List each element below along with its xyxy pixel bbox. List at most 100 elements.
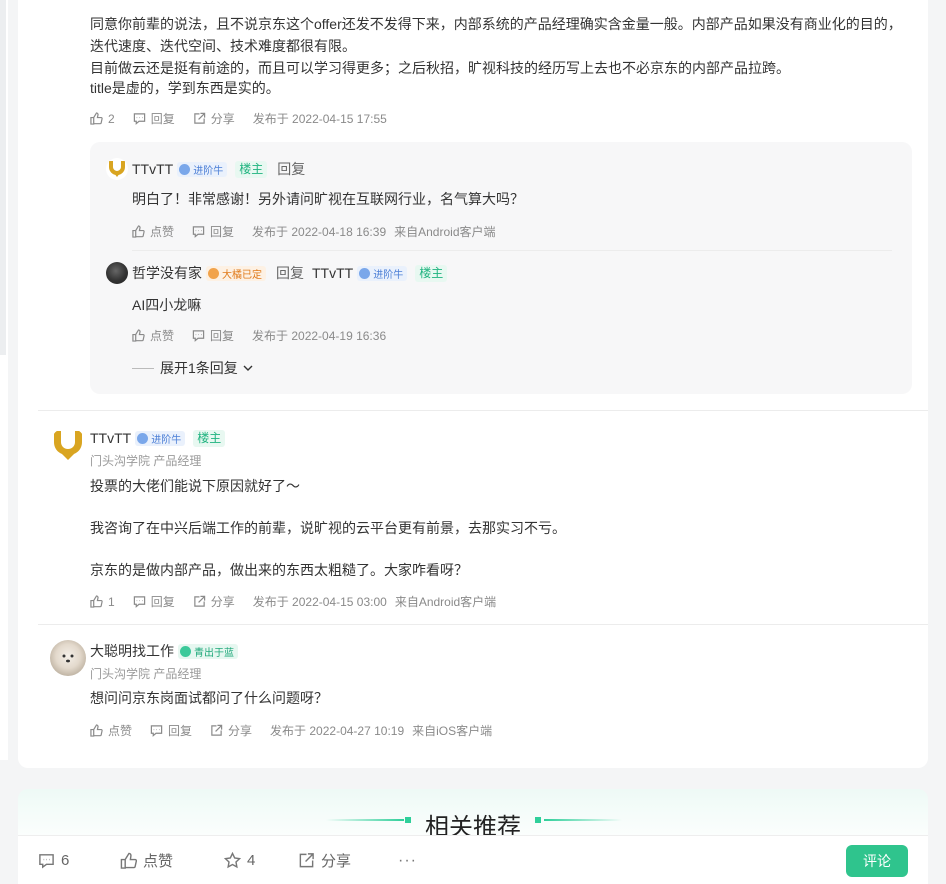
comment1-line-4: title是虚的，学到东西是实的。 bbox=[90, 80, 280, 96]
left-edge-shade bbox=[0, 0, 6, 355]
title-decoration-square bbox=[535, 817, 541, 823]
like-label: 点赞 bbox=[108, 724, 133, 738]
chat-icon bbox=[150, 725, 163, 737]
comment2-line-2: 我咨询了在中兴后端工作的前辈，说旷视的云平台更有前景，去那实习不亏。 bbox=[90, 520, 566, 536]
badge-label: 进阶牛 bbox=[151, 434, 182, 446]
comment3-share-button[interactable]: 分享 bbox=[210, 722, 252, 739]
more-icon: ··· bbox=[398, 851, 417, 869]
badge-label: 大橘已定 bbox=[222, 269, 262, 281]
bottom-action-bar: 6 点赞 4 分享 ··· 评论 bbox=[18, 835, 928, 884]
share-icon bbox=[211, 724, 223, 736]
host-tag: 楼主 bbox=[235, 160, 268, 178]
reply2-reply-button[interactable]: 回复 bbox=[192, 327, 234, 344]
dog-photo-icon bbox=[62, 654, 74, 663]
badge-icon bbox=[208, 267, 219, 279]
more-options-button[interactable]: ··· bbox=[398, 836, 417, 884]
reply-label: 回复 bbox=[210, 329, 235, 343]
chat-icon bbox=[133, 113, 145, 125]
badge-label: 进阶牛 bbox=[193, 165, 224, 177]
like-count: 1 bbox=[108, 594, 115, 609]
avatar[interactable] bbox=[106, 158, 128, 180]
chat-icon bbox=[192, 226, 205, 238]
comment2-published: 发布于 2022-04-15 03:00 bbox=[252, 595, 387, 609]
reply2-username[interactable]: 哲学没有家 bbox=[132, 263, 202, 283]
chat-icon bbox=[133, 596, 145, 608]
comment3-source: 来自iOS客户端 bbox=[412, 724, 493, 738]
reply2-target-user[interactable]: TTvTT bbox=[312, 265, 353, 281]
like-button[interactable]: 点赞 bbox=[120, 836, 173, 884]
thumbs-up-icon bbox=[120, 852, 137, 869]
share-button[interactable]: 分享 bbox=[298, 836, 351, 884]
reply1-reply-button[interactable]: 回复 bbox=[192, 223, 234, 240]
badge-icon bbox=[359, 267, 371, 279]
chat-icon bbox=[39, 854, 54, 869]
reply2-published: 发布于 2022-04-19 16:36 bbox=[252, 329, 387, 343]
comment3-header: 大聪明找工作 青出于蓝 bbox=[90, 640, 238, 662]
comment2-reply-button[interactable]: 回复 bbox=[133, 593, 175, 610]
comment1-reply-button[interactable]: 回复 bbox=[133, 110, 175, 127]
avatar[interactable] bbox=[50, 427, 86, 463]
reply-word: 回复 bbox=[277, 161, 306, 177]
comment2-share-button[interactable]: 分享 bbox=[193, 593, 235, 610]
like-label: 点赞 bbox=[150, 225, 175, 239]
badge-label: 青出于蓝 bbox=[194, 647, 234, 659]
star-button[interactable]: 4 bbox=[224, 836, 255, 884]
thumbs-up-icon bbox=[132, 329, 145, 342]
thumbs-up-icon bbox=[90, 112, 103, 125]
comment2-line-3: 京东的是做内部产品，做出来的东西太粗糙了。大家咋看呀？ bbox=[90, 562, 468, 578]
reply-label: 回复 bbox=[150, 595, 175, 609]
comment1-reply-label: 回复 bbox=[150, 112, 175, 126]
expand-line bbox=[132, 367, 154, 369]
share-icon bbox=[193, 595, 205, 607]
comment1-line-3: 目前做云还是挺有前途的，而且可以学习得更多；之后秋招，旷视科技的经历写上去也不必… bbox=[90, 60, 790, 76]
reply1-username[interactable]: TTvTT bbox=[132, 161, 173, 177]
title-decoration-right bbox=[544, 819, 622, 821]
share-icon bbox=[299, 853, 314, 868]
comment2-actions: 1 回复 分享 发布于 2022-04-15 03:00 来自Android客户… bbox=[90, 593, 514, 610]
comment2-header: TTvTT 进阶牛 楼主 bbox=[90, 427, 226, 449]
reply2-like-button[interactable]: 点赞 bbox=[132, 327, 174, 344]
host-tag: 楼主 bbox=[193, 429, 226, 447]
comment3-like-button[interactable]: 点赞 bbox=[90, 722, 132, 739]
comment3-actions: 点赞 回复 分享 发布于 2022-04-27 10:19 来自iOS客户端 bbox=[90, 722, 510, 739]
comments-card: 同意你前辈的说法，且不说京东这个offer还发不发得下来，内部系统的产品经理确实… bbox=[18, 0, 928, 768]
divider bbox=[38, 624, 928, 625]
comment2-username[interactable]: TTvTT bbox=[90, 430, 131, 446]
comment1-like-count: 2 bbox=[108, 111, 115, 126]
expand-replies-button[interactable]: 展开1条回复 bbox=[132, 358, 254, 378]
badge-icon bbox=[180, 645, 191, 657]
badge-icon bbox=[179, 163, 191, 175]
comment3-reply-button[interactable]: 回复 bbox=[150, 722, 192, 739]
comment3-subtitle: 门头沟学院 产品经理 bbox=[90, 667, 202, 681]
thumbs-up-icon bbox=[132, 225, 145, 238]
avatar[interactable] bbox=[50, 640, 86, 676]
level-badge: 大橘已定 bbox=[206, 265, 266, 281]
comment-count: 6 bbox=[61, 852, 70, 869]
reply1-header: TTvTT 进阶牛 楼主 回复 bbox=[132, 158, 305, 180]
comment1-like-button[interactable]: 2 bbox=[90, 112, 115, 126]
comment2-subtitle: 门头沟学院 产品经理 bbox=[90, 454, 202, 468]
star-count: 4 bbox=[247, 852, 256, 869]
level-badge: 进阶牛 bbox=[177, 161, 228, 177]
chat-icon bbox=[192, 330, 205, 342]
level-badge: 进阶牛 bbox=[357, 265, 408, 281]
reply1-like-button[interactable]: 点赞 bbox=[132, 223, 174, 240]
expand-label: 展开1条回复 bbox=[160, 360, 238, 376]
comment1-share-button[interactable]: 分享 bbox=[193, 110, 235, 127]
level-badge: 青出于蓝 bbox=[178, 643, 238, 659]
star-icon bbox=[224, 852, 241, 869]
comment1-line-2: 迭代速度、迭代空间、技术难度都很有限。 bbox=[90, 38, 356, 54]
like-label: 点赞 bbox=[143, 853, 174, 870]
comment-button[interactable]: 评论 bbox=[846, 845, 908, 877]
comment1-line-1: 同意你前辈的说法，且不说京东这个offer还发不发得下来，内部系统的产品经理确实… bbox=[90, 16, 902, 32]
comment3-username[interactable]: 大聪明找工作 bbox=[90, 641, 174, 661]
comment1-actions: 2 回复 分享 发布于 2022-04-15 17:55 bbox=[90, 110, 405, 127]
divider bbox=[38, 410, 928, 411]
thumbs-up-icon bbox=[90, 595, 103, 608]
avatar[interactable] bbox=[106, 262, 128, 284]
comment-count-button[interactable]: 6 bbox=[38, 836, 69, 884]
level-badge: 进阶牛 bbox=[135, 430, 186, 446]
badge-icon bbox=[137, 432, 149, 444]
comment2-like-button[interactable]: 1 bbox=[90, 595, 115, 609]
reply1-text: 明白了！非常感谢！另外请问旷视在互联网行业，名气算大吗？ bbox=[132, 191, 524, 207]
